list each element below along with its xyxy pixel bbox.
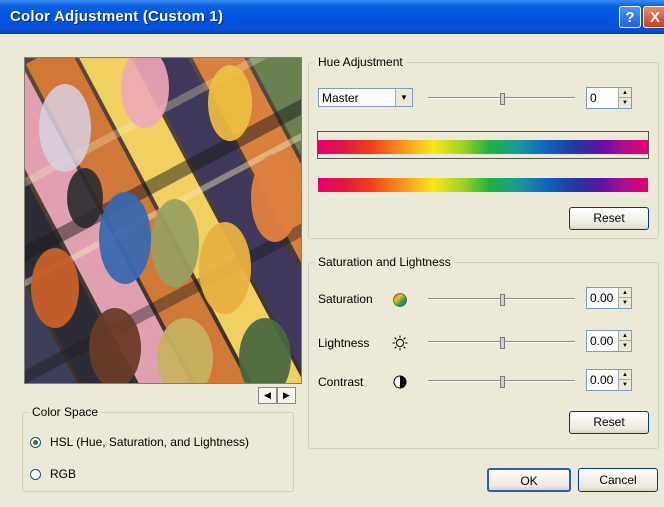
scroll-left-button[interactable]: ◀ [258,387,277,404]
radio-hsl-indicator[interactable] [30,436,41,448]
spin-up-icon[interactable]: ▲ [619,370,631,380]
contrast-icon [393,375,407,389]
contrast-slider[interactable] [428,376,575,388]
lightness-value[interactable]: 0.00 [590,334,613,348]
lightness-label: Lightness [318,336,370,350]
hue-slider[interactable] [428,93,575,105]
saturation-value[interactable]: 0.00 [590,291,613,305]
radio-rgb[interactable]: RGB [30,466,76,482]
spin-down-icon[interactable]: ▼ [619,380,631,390]
close-button[interactable]: X [643,6,664,28]
hue-value-spinner[interactable]: 0 ▲ ▼ [586,87,632,109]
contrast-slider-thumb[interactable] [500,376,505,388]
contrast-spin-buttons[interactable]: ▲ ▼ [618,370,631,390]
color-wheel-icon [393,293,407,307]
scroll-right-button[interactable]: ▶ [277,387,296,404]
hue-adjustment-legend: Hue Adjustment [315,55,406,69]
spin-down-icon[interactable]: ▼ [619,341,631,351]
saturation-reset-button[interactable]: Reset [569,411,649,434]
crayons-photo [25,58,301,383]
channel-dropdown-value: Master [322,91,359,105]
chevron-down-icon[interactable]: ▼ [395,89,412,106]
saturation-slider-thumb[interactable] [500,294,505,306]
saturation-spinner[interactable]: 0.00 ▲ ▼ [586,287,632,309]
contrast-spinner[interactable]: 0.00 ▲ ▼ [586,369,632,391]
spin-up-icon[interactable]: ▲ [619,88,631,98]
contrast-label: Contrast [318,375,364,389]
lightness-slider[interactable] [428,337,575,349]
title-bar[interactable]: Color Adjustment (Custom 1) ? X [0,0,664,34]
contrast-value[interactable]: 0.00 [590,373,613,387]
preview-image [24,57,302,384]
channel-dropdown[interactable]: Master ▼ [318,88,413,107]
spin-up-icon[interactable]: ▲ [619,331,631,341]
radio-rgb-indicator[interactable] [30,468,41,480]
color-adjustment-dialog: Color Adjustment (Custom 1) ? X ◀ ▶ Colo… [0,0,664,507]
help-button[interactable]: ? [619,6,641,28]
hue-slider-thumb[interactable] [500,93,505,105]
radio-hsl-label: HSL (Hue, Saturation, and Lightness) [50,435,250,449]
saturation-lightness-legend: Saturation and Lightness [315,255,454,269]
hue-reset-button[interactable]: Reset [569,207,649,230]
hue-value[interactable]: 0 [590,91,597,105]
sun-icon [392,335,408,351]
image-scroll-arrows: ◀ ▶ [256,387,298,405]
cancel-button[interactable]: Cancel [578,468,658,492]
spin-down-icon[interactable]: ▼ [619,298,631,308]
saturation-label: Saturation [318,292,373,306]
saturation-slider[interactable] [428,294,575,306]
radio-rgb-label: RGB [50,467,77,481]
hue-bar-original [318,178,648,192]
color-space-legend: Color Space [29,405,102,419]
ok-button[interactable]: OK [487,468,571,492]
hue-bar-adjusted [318,140,648,154]
lightness-spin-buttons[interactable]: ▲ ▼ [618,331,631,351]
radio-hsl[interactable]: HSL (Hue, Saturation, and Lightness) [30,434,249,450]
hue-spin-buttons[interactable]: ▲ ▼ [618,88,631,108]
spin-down-icon[interactable]: ▼ [619,98,631,108]
window-title: Color Adjustment (Custom 1) [10,8,224,25]
spin-up-icon[interactable]: ▲ [619,288,631,298]
saturation-spin-buttons[interactable]: ▲ ▼ [618,288,631,308]
lightness-spinner[interactable]: 0.00 ▲ ▼ [586,330,632,352]
lightness-slider-thumb[interactable] [500,337,505,349]
